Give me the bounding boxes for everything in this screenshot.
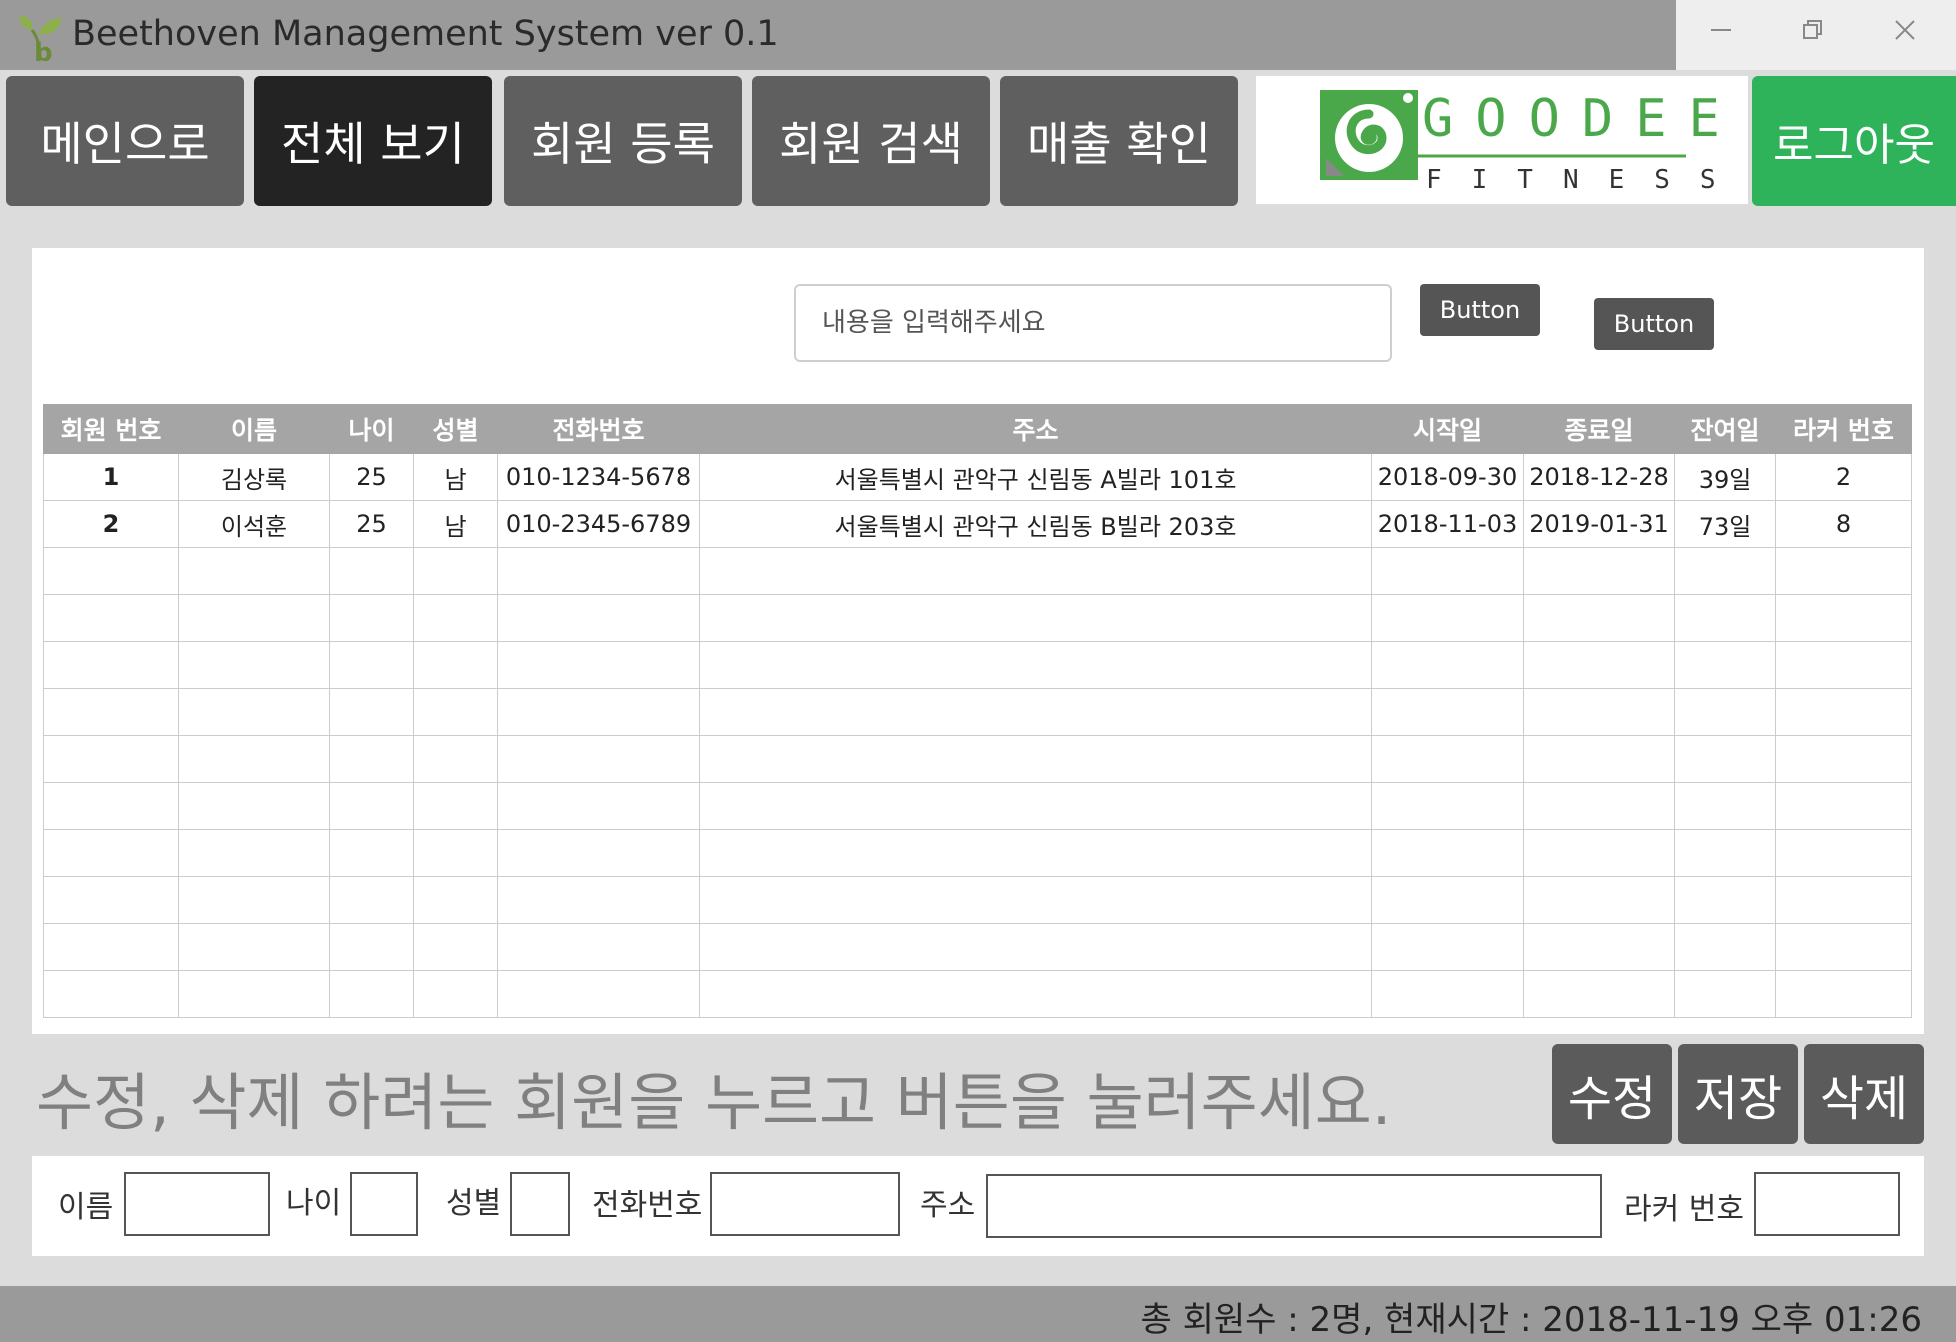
table-cell: 010-2345-6789 [497, 500, 700, 548]
table-cell: 2019-01-31 [1523, 500, 1675, 548]
search-input[interactable] [794, 284, 1392, 362]
column-header[interactable]: 주소 [699, 404, 1372, 454]
table-cell: 25 [329, 453, 414, 501]
window-title: Beethoven Management System ver 0.1 [72, 14, 779, 54]
member-table: 회원 번호 이름 나이 성별 전화번호 주소 시작일 종료일 잔여일 라커 번호… [43, 404, 1912, 1018]
table-cell: 2 [1775, 453, 1912, 501]
table-cell: 2018-11-03 [1371, 500, 1524, 548]
table-header-row: 회원 번호 이름 나이 성별 전화번호 주소 시작일 종료일 잔여일 라커 번호 [43, 404, 1912, 454]
age-field[interactable] [350, 1172, 418, 1236]
empty-table-row[interactable] [43, 688, 1912, 736]
table-cell: 8 [1775, 500, 1912, 548]
empty-table-row[interactable] [43, 594, 1912, 642]
table-cell: 남 [413, 500, 498, 548]
empty-table-row[interactable] [43, 923, 1912, 971]
address-label: 주소 [920, 1188, 976, 1223]
table-cell: 서울특별시 관악구 신림동 B빌라 203호 [699, 500, 1372, 548]
table-cell: 이석훈 [178, 500, 330, 548]
table-cell: 010-1234-5678 [497, 453, 700, 501]
table-cell: 남 [413, 453, 498, 501]
phone-label: 전화번호 [592, 1188, 703, 1223]
gender-field[interactable] [510, 1172, 570, 1236]
table-cell: 김상록 [178, 453, 330, 501]
column-header[interactable]: 이름 [178, 404, 330, 454]
locker-label: 라커 번호 [1624, 1192, 1744, 1227]
nav-main-button[interactable]: 메인으로 [6, 76, 244, 206]
empty-table-row[interactable] [43, 735, 1912, 783]
empty-table-row[interactable] [43, 876, 1912, 924]
table-row[interactable]: 1 김상록 25 남 010-1234-5678 서울특별시 관악구 신림동 A… [43, 453, 1912, 501]
empty-table-row[interactable] [43, 782, 1912, 830]
nav-search-button[interactable]: 회원 검색 [752, 76, 990, 206]
logo-line1: GOODEE [1422, 89, 1742, 149]
empty-table-row[interactable] [43, 547, 1912, 595]
window-controls [1676, 0, 1956, 70]
column-header[interactable]: 라커 번호 [1775, 404, 1912, 454]
column-header[interactable]: 성별 [413, 404, 498, 454]
column-header[interactable]: 종료일 [1523, 404, 1675, 454]
logo-line2: FITNESS [1426, 165, 1746, 195]
status-text: 총 회원수 : 2명, 현재시간 : 2018-11-19 오후 01:26 [1140, 1300, 1922, 1340]
table-cell: 73일 [1674, 500, 1776, 548]
column-header[interactable]: 시작일 [1371, 404, 1524, 454]
status-bar: 총 회원수 : 2명, 현재시간 : 2018-11-19 오후 01:26 [0, 1286, 1956, 1342]
table-cell: 서울특별시 관악구 신림동 A빌라 101호 [699, 453, 1372, 501]
nav-register-button[interactable]: 회원 등록 [504, 76, 742, 206]
table-cell: 39일 [1674, 453, 1776, 501]
empty-table-row[interactable] [43, 641, 1912, 689]
name-field[interactable] [124, 1172, 270, 1236]
restore-icon[interactable] [1768, 0, 1858, 60]
goodee-fitness-logo: GOODEE FITNESS [1256, 76, 1748, 204]
column-header[interactable]: 전화번호 [497, 404, 700, 454]
column-header[interactable]: 잔여일 [1674, 404, 1776, 454]
table-cell: 2 [43, 500, 179, 548]
empty-table-row[interactable] [43, 829, 1912, 877]
table-cell: 2018-12-28 [1523, 453, 1675, 501]
minimize-icon[interactable] [1676, 0, 1766, 60]
column-header[interactable]: 회원 번호 [43, 404, 179, 454]
column-header[interactable]: 나이 [329, 404, 414, 454]
swirl-logo-icon: GOODEE FITNESS [1320, 89, 1746, 195]
gender-label: 성별 [446, 1186, 502, 1221]
age-label: 나이 [286, 1186, 342, 1221]
title-bar: b Beethoven Management System ver 0.1 [0, 0, 1676, 70]
nav-sales-button[interactable]: 매출 확인 [1000, 76, 1238, 206]
phone-field[interactable] [710, 1172, 900, 1236]
table-cell: 1 [43, 453, 179, 501]
table-row[interactable]: 2 이석훈 25 남 010-2345-6789 서울특별시 관악구 신림동 B… [43, 500, 1912, 548]
save-button[interactable]: 저장 [1678, 1044, 1798, 1144]
sprout-b-icon: b [19, 16, 62, 64]
table-cell: 2018-09-30 [1371, 453, 1524, 501]
nav-view-all-button[interactable]: 전체 보기 [254, 76, 492, 206]
empty-table-row[interactable] [43, 970, 1912, 1018]
address-field[interactable] [986, 1174, 1602, 1238]
close-icon[interactable] [1860, 0, 1950, 60]
instruction-text: 수정, 삭제 하려는 회원을 누르고 버튼을 눌러주세요. [36, 1066, 1392, 1139]
search-button-1[interactable]: Button [1420, 284, 1540, 336]
search-button-2[interactable]: Button [1594, 298, 1714, 350]
delete-button[interactable]: 삭제 [1804, 1044, 1924, 1144]
svg-text:b: b [34, 38, 53, 64]
logout-button[interactable]: 로그아웃 [1752, 76, 1956, 206]
edit-button[interactable]: 수정 [1552, 1044, 1672, 1144]
locker-field[interactable] [1754, 1172, 1900, 1236]
name-label: 이름 [58, 1190, 114, 1225]
table-cell: 25 [329, 500, 414, 548]
